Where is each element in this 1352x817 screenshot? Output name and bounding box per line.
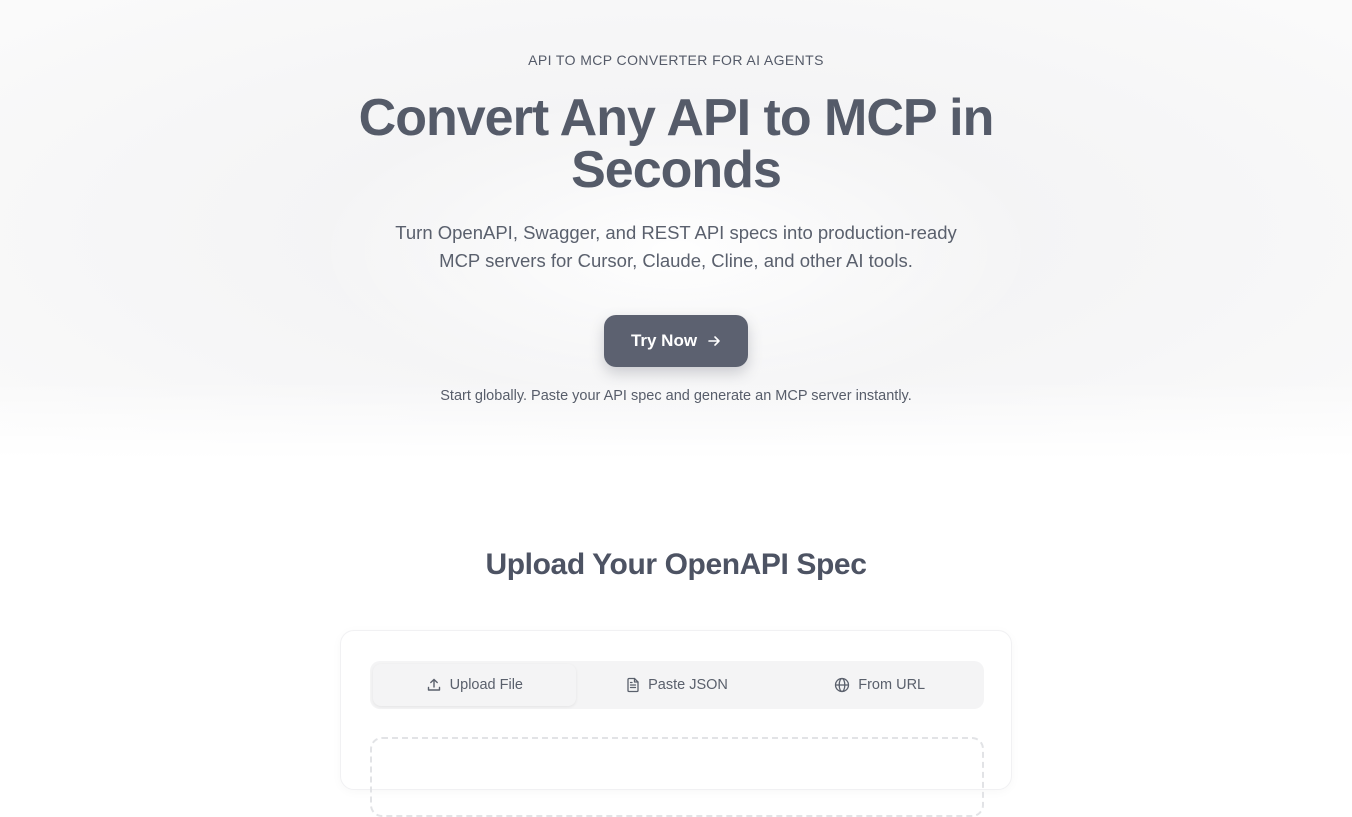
tab-upload-file-label: Upload File — [449, 677, 523, 693]
try-now-label: Try Now — [630, 331, 698, 350]
tab-from-url-label: From URL — [858, 677, 926, 693]
hero-headline: Convert Any API to MCP in Seconds — [358, 89, 995, 199]
try-now-button[interactable]: Try Now — [604, 315, 748, 367]
globe-icon — [834, 677, 850, 693]
tab-from-url[interactable]: From URL — [778, 664, 981, 706]
file-text-icon — [626, 677, 640, 693]
tab-paste-json-label: Paste JSON — [648, 677, 728, 693]
file-dropzone[interactable] — [370, 737, 984, 817]
hero-eyebrow: API TO MCP CONVERTER FOR AI AGENTS — [528, 52, 824, 68]
tab-upload-file[interactable]: Upload File — [373, 664, 576, 706]
upload-tabs: Upload File Paste JSON From URL — [370, 661, 984, 709]
upload-icon — [426, 677, 442, 693]
upload-card: Upload File Paste JSON From URL — [340, 630, 1012, 817]
tab-paste-json[interactable]: Paste JSON — [576, 664, 779, 706]
upload-section-title: Upload Your OpenAPI Spec — [485, 548, 867, 581]
arrow-right-icon — [707, 334, 721, 348]
hero-note: Start globally. Paste your API spec and … — [440, 388, 912, 404]
hero-subtitle: Turn OpenAPI, Swagger, and REST API spec… — [395, 222, 957, 271]
